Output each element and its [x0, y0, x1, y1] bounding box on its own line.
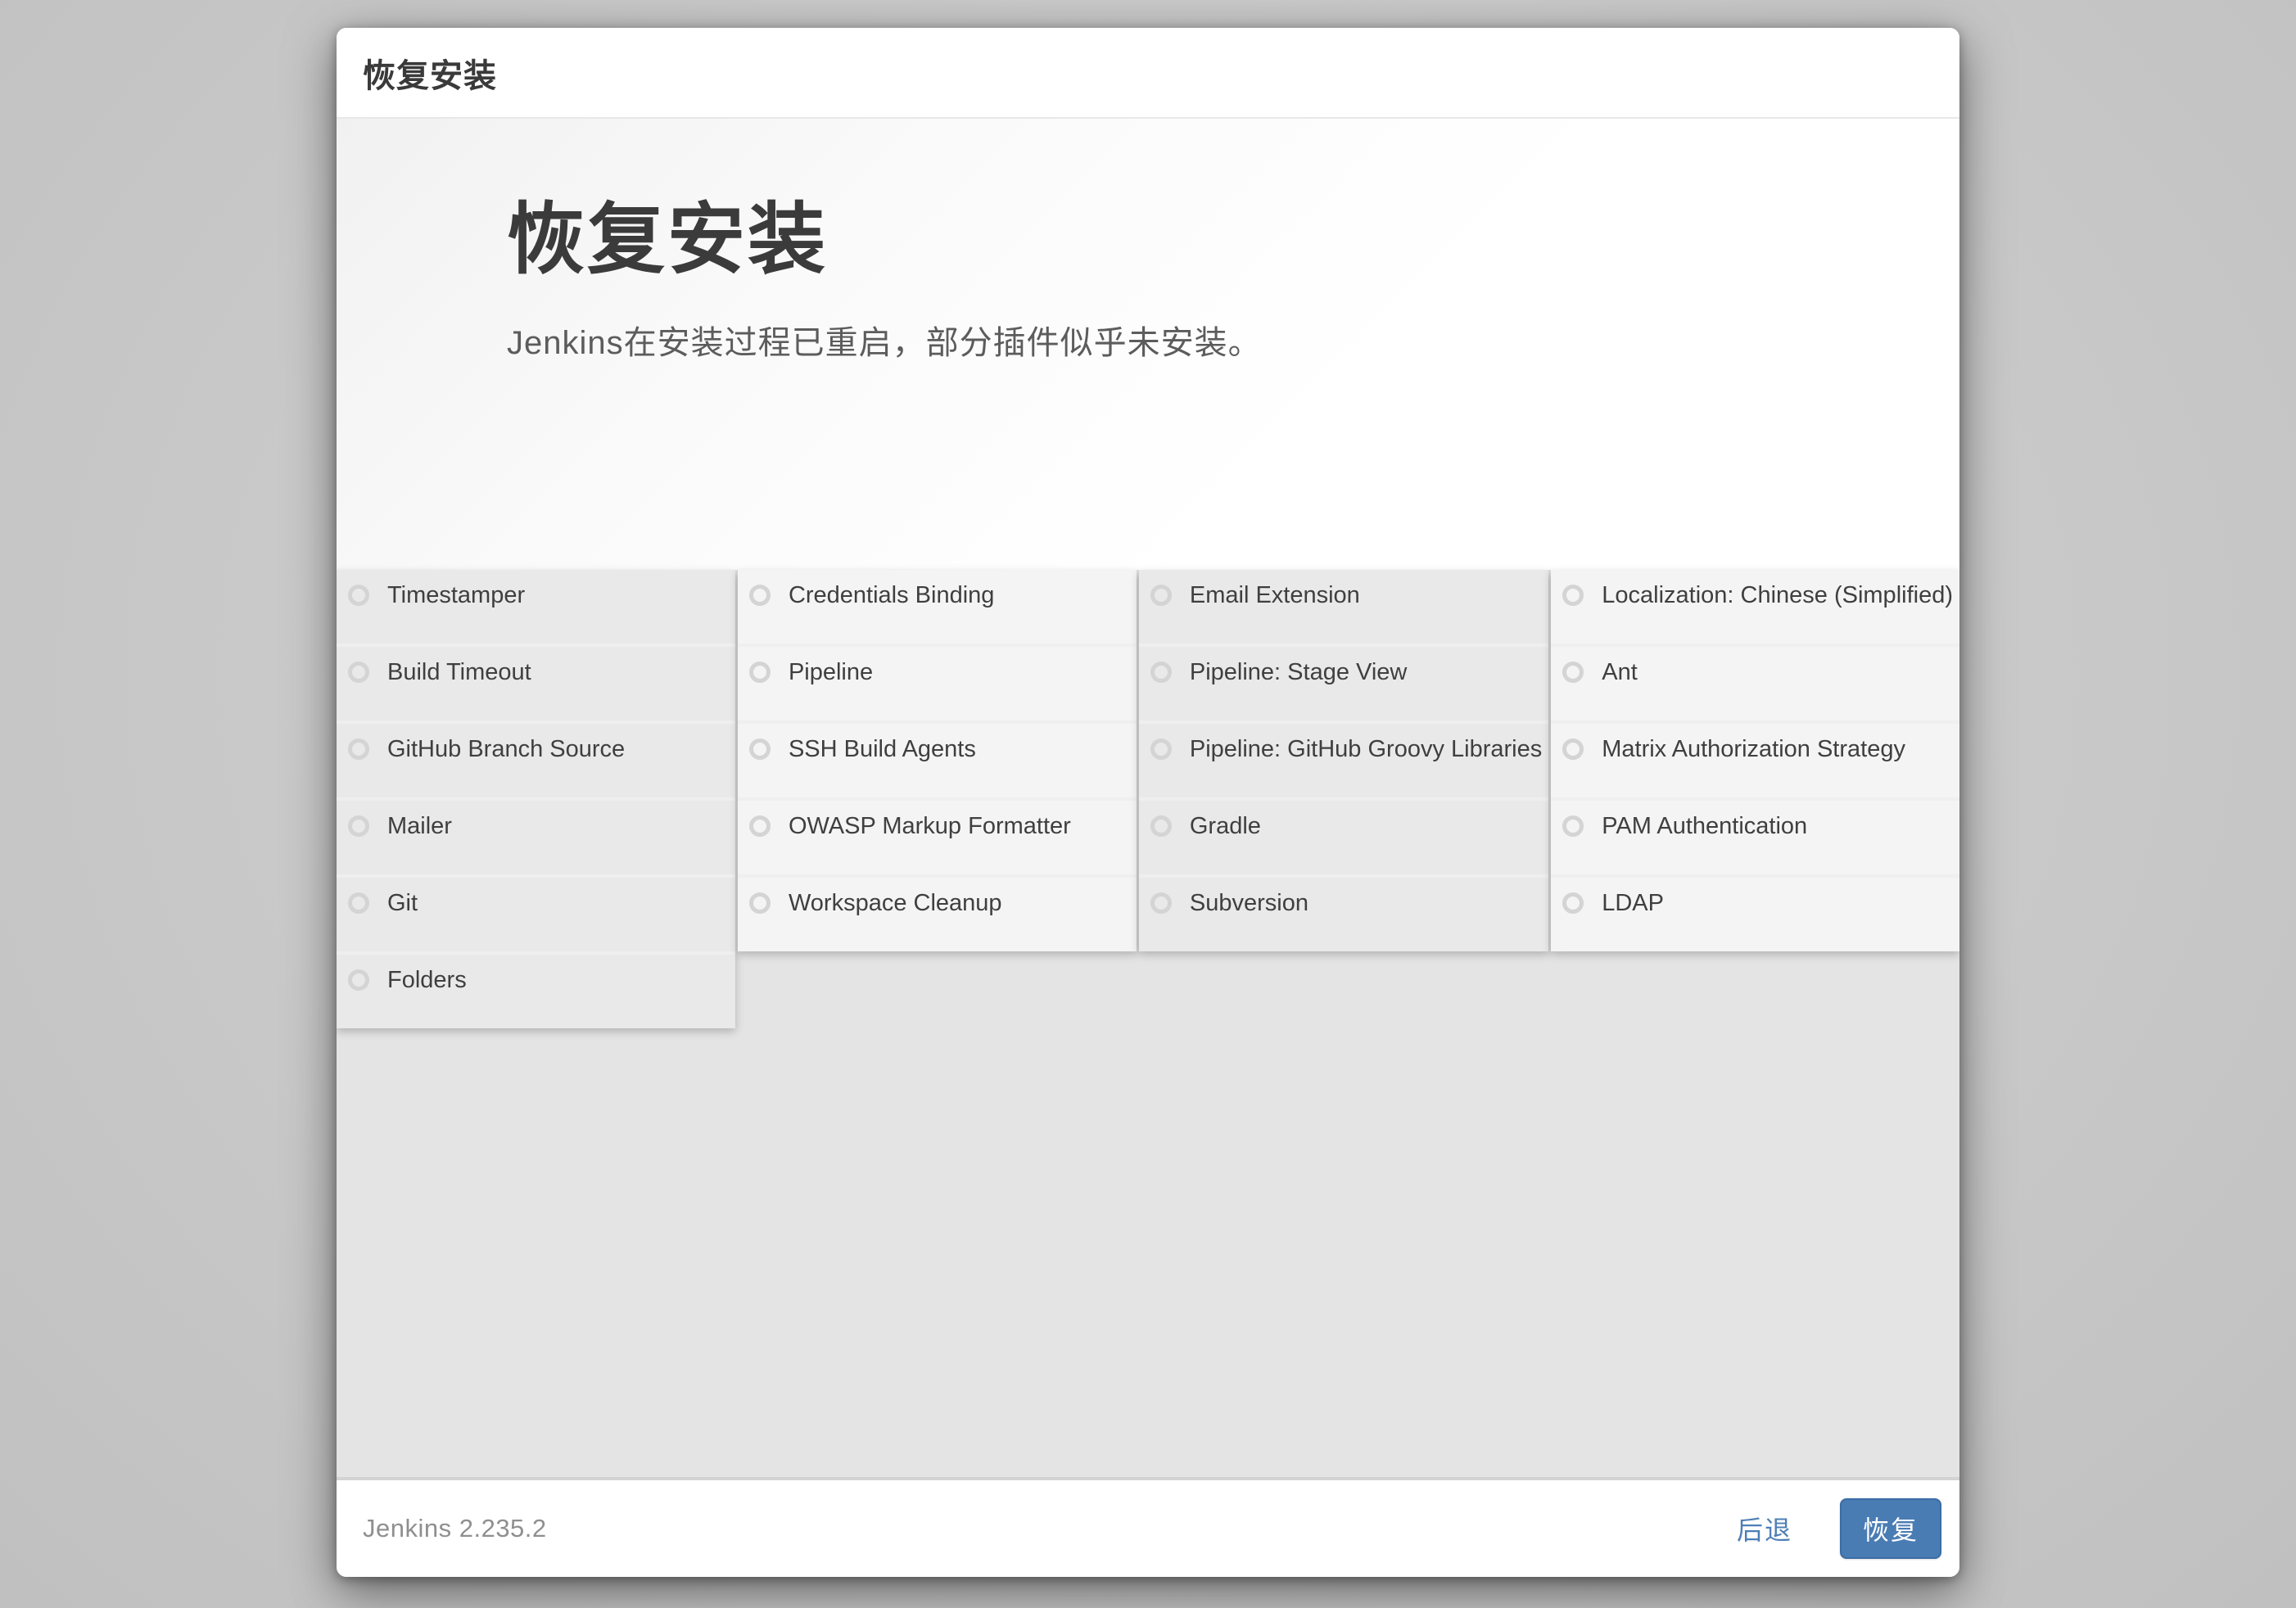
plugin-item: Subversion: [1139, 874, 1548, 951]
spinner-icon: [1562, 815, 1584, 837]
spinner-icon: [1150, 739, 1172, 760]
wizard-header: 恢复安装 Jenkins在安装过程已重启，部分插件似乎未安装。: [337, 119, 1959, 570]
page-title: 恢复安装: [507, 194, 1910, 286]
plugin-item: GitHub Branch Source: [337, 720, 735, 797]
spinner-icon: [348, 892, 369, 914]
plugin-column: Timestamper Build Timeout GitHub Branch So…: [337, 570, 735, 1028]
spinner-icon: [749, 892, 771, 914]
plugin-name: GitHub Branch Source: [387, 735, 625, 763]
plugin-name: Pipeline: Stage View: [1190, 658, 1407, 686]
plugin-grid: Timestamper Build Timeout GitHub Branch So…: [337, 570, 1959, 1028]
plugin-name: Matrix Authorization Strategy: [1602, 735, 1905, 763]
plugin-item: Ant: [1551, 644, 1959, 720]
plugin-item: Timestamper: [337, 570, 735, 644]
plugin-item: Localization: Chinese (Simplified): [1551, 570, 1959, 644]
plugin-name: Pipeline: GitHub Groovy Libraries: [1190, 735, 1542, 763]
plugin-item: Git: [337, 874, 735, 951]
spinner-icon: [1562, 892, 1584, 914]
plugin-item: Pipeline: Stage View: [1139, 644, 1548, 720]
spinner-icon: [749, 739, 771, 760]
spinner-icon: [348, 662, 369, 683]
plugin-item: Folders: [337, 951, 735, 1028]
spinner-icon: [1562, 585, 1584, 606]
plugin-name: PAM Authentication: [1602, 812, 1807, 840]
spinner-icon: [1150, 662, 1172, 683]
plugin-item: Build Timeout: [337, 644, 735, 720]
spinner-icon: [1150, 892, 1172, 914]
plugin-item: OWASP Markup Formatter: [738, 797, 1137, 874]
spinner-icon: [348, 585, 369, 606]
plugin-item: Pipeline: [738, 644, 1137, 720]
plugin-item: Mailer: [337, 797, 735, 874]
plugin-name: Git: [387, 889, 418, 917]
plugin-name: Pipeline: [789, 658, 873, 686]
setup-wizard-dialog: 恢复安装 恢复安装 Jenkins在安装过程已重启，部分插件似乎未安装。 Tim…: [337, 28, 1959, 1577]
plugin-item: Matrix Authorization Strategy: [1551, 720, 1959, 797]
wizard-body: Timestamper Build Timeout GitHub Branch So…: [337, 570, 1959, 1477]
plugin-item: Pipeline: GitHub Groovy Libraries: [1139, 720, 1548, 797]
plugin-column: Email Extension Pipeline: Stage View Pipel…: [1139, 570, 1548, 951]
resume-button[interactable]: 恢复: [1840, 1498, 1941, 1559]
plugin-item: Email Extension: [1139, 570, 1548, 644]
page-subtitle: Jenkins在安装过程已重启，部分插件似乎未安装。: [507, 322, 1910, 364]
spinner-icon: [749, 585, 771, 606]
spinner-icon: [348, 815, 369, 837]
plugin-name: OWASP Markup Formatter: [789, 812, 1071, 840]
plugin-item: Gradle: [1139, 797, 1548, 874]
spinner-icon: [749, 662, 771, 683]
plugin-name: Build Timeout: [387, 658, 531, 686]
plugin-name: Subversion: [1190, 889, 1308, 917]
spinner-icon: [1150, 585, 1172, 606]
plugin-name: Gradle: [1190, 812, 1261, 840]
spinner-icon: [348, 969, 369, 991]
plugin-name: SSH Build Agents: [789, 735, 976, 763]
spinner-icon: [1562, 739, 1584, 760]
back-button[interactable]: 后退: [1732, 1509, 1797, 1548]
plugin-item: Credentials Binding: [738, 570, 1137, 644]
spinner-icon: [749, 815, 771, 837]
plugin-column: Localization: Chinese (Simplified) Ant Mat…: [1551, 570, 1959, 951]
plugin-item: SSH Build Agents: [738, 720, 1137, 797]
plugin-column: Credentials Binding Pipeline SSH Build Age…: [738, 570, 1137, 951]
plugin-name: LDAP: [1602, 889, 1664, 917]
plugin-name: Localization: Chinese (Simplified): [1602, 581, 1953, 609]
dialog-title-bar: 恢复安装: [337, 28, 1959, 119]
plugin-name: Email Extension: [1190, 581, 1360, 609]
plugin-name: Workspace Cleanup: [789, 889, 1002, 917]
plugin-name: Mailer: [387, 812, 452, 840]
spinner-icon: [1150, 815, 1172, 837]
jenkins-version-label: Jenkins 2.235.2: [363, 1514, 547, 1543]
dialog-title: 恢复安装: [363, 49, 497, 97]
plugin-name: Ant: [1602, 658, 1638, 686]
spinner-icon: [348, 739, 369, 760]
plugin-name: Credentials Binding: [789, 581, 994, 609]
plugin-item: PAM Authentication: [1551, 797, 1959, 874]
plugin-item: Workspace Cleanup: [738, 874, 1137, 951]
plugin-item: LDAP: [1551, 874, 1959, 951]
plugin-name: Timestamper: [387, 581, 525, 609]
spinner-icon: [1562, 662, 1584, 683]
wizard-footer: Jenkins 2.235.2 后退 恢复: [337, 1477, 1959, 1577]
plugin-name: Folders: [387, 966, 467, 994]
